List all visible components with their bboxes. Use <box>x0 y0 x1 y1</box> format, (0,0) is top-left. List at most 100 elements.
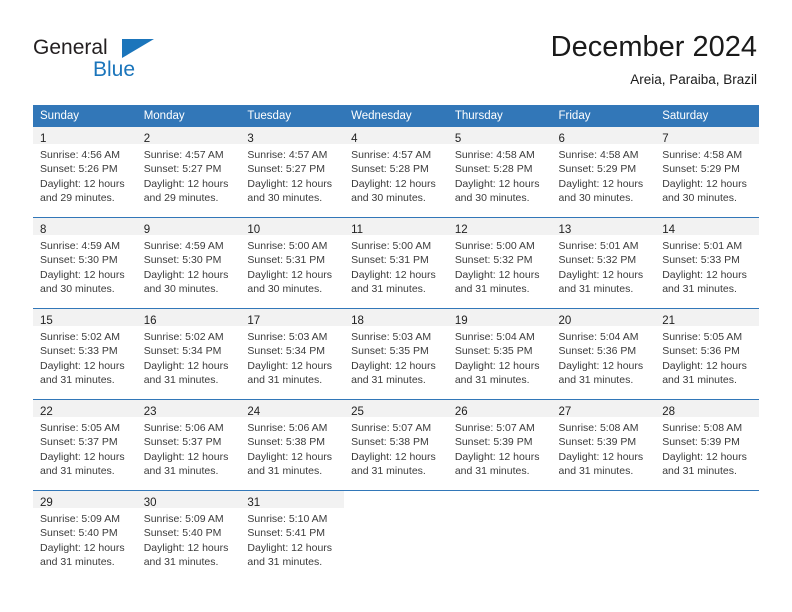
sunrise-text: Sunrise: 5:02 AM <box>40 331 120 343</box>
daylight-text-line2: and 30 minutes. <box>40 283 115 296</box>
day-cell[interactable]: 21 Sunrise: 5:05 AM Sunset: 5:36 PM Dayl… <box>655 308 759 400</box>
daylight-text-line2: and 31 minutes. <box>247 556 323 569</box>
daylight-text-line1: Daylight: 12 hours <box>662 177 747 190</box>
sunrise-text: Sunrise: 5:08 AM <box>558 422 639 434</box>
daylight-text-line1: Daylight: 12 hours <box>454 450 540 463</box>
daylight-text-line1: Daylight: 12 hours <box>247 268 333 281</box>
sunrise-text: Sunrise: 5:01 AM <box>558 240 639 252</box>
sunrise-text: Sunrise: 5:10 AM <box>247 513 328 525</box>
sunset-text: Sunset: 5:41 PM <box>247 527 326 540</box>
day-number: 21 <box>662 315 676 327</box>
day-number: 6 <box>558 133 565 145</box>
daylight-text-line1: Daylight: 12 hours <box>247 359 333 372</box>
daylight-text-line2: and 31 minutes. <box>351 283 426 296</box>
sunrise-text: Sunrise: 5:00 AM <box>351 240 432 252</box>
daylight-text-line2: and 31 minutes. <box>454 283 530 296</box>
day-cell[interactable]: 16 Sunrise: 5:02 AM Sunset: 5:34 PM Dayl… <box>136 308 241 400</box>
day-number: 9 <box>143 224 151 236</box>
daylight-text-line1: Daylight: 12 hours <box>662 359 747 372</box>
daylight-text-line2: and 30 minutes. <box>558 192 634 205</box>
daylight-text-line2: and 30 minutes. <box>247 192 323 205</box>
sunrise-text: Sunrise: 4:58 AM <box>662 149 743 161</box>
day-cell[interactable]: 3 Sunrise: 4:57 AM Sunset: 5:27 PM Dayli… <box>240 127 345 218</box>
daylight-text-line1: Daylight: 12 hours <box>558 359 644 372</box>
daylight-text-line1: Daylight: 12 hours <box>351 359 436 372</box>
day-cell[interactable]: 18 Sunrise: 5:03 AM Sunset: 5:35 PM Dayl… <box>344 308 448 400</box>
day-cell[interactable]: 25 Sunrise: 5:07 AM Sunset: 5:38 PM Dayl… <box>344 399 448 491</box>
day-cell-empty <box>344 490 448 581</box>
weekday-header-wednesday: Wednesday <box>344 105 448 127</box>
day-cell[interactable]: 1 Sunrise: 4:56 AM Sunset: 5:26 PM Dayli… <box>33 127 137 218</box>
day-cell[interactable]: 17 Sunrise: 5:03 AM Sunset: 5:34 PM Dayl… <box>240 308 345 400</box>
daylight-text-line2: and 30 minutes. <box>662 192 737 205</box>
day-cell[interactable]: 7 Sunrise: 4:58 AM Sunset: 5:29 PM Dayli… <box>655 127 759 218</box>
day-cell[interactable]: 14 Sunrise: 5:01 AM Sunset: 5:33 PM Dayl… <box>655 217 759 309</box>
weekday-header-thursday: Thursday <box>447 105 552 127</box>
sunset-text: Sunset: 5:40 PM <box>40 527 118 540</box>
daylight-text-line2: and 31 minutes. <box>40 465 115 478</box>
daylight-text-line1: Daylight: 12 hours <box>247 541 333 554</box>
week-row: 8 Sunrise: 4:59 AM Sunset: 5:30 PM Dayli… <box>33 217 759 309</box>
day-cell[interactable]: 19 Sunrise: 5:04 AM Sunset: 5:35 PM Dayl… <box>447 308 552 400</box>
daylight-text-line1: Daylight: 12 hours <box>40 450 125 463</box>
general-blue-logo[interactable]: General Blue <box>33 36 293 88</box>
day-cell[interactable]: 30 Sunrise: 5:09 AM Sunset: 5:40 PM Dayl… <box>136 490 241 581</box>
day-cell[interactable]: 28 Sunrise: 5:08 AM Sunset: 5:39 PM Dayl… <box>655 399 759 491</box>
day-number: 26 <box>454 406 468 418</box>
day-number: 18 <box>351 315 364 327</box>
day-cell[interactable]: 27 Sunrise: 5:08 AM Sunset: 5:39 PM Dayl… <box>551 399 656 491</box>
day-cell[interactable]: 8 Sunrise: 4:59 AM Sunset: 5:30 PM Dayli… <box>33 217 137 309</box>
day-cell[interactable]: 22 Sunrise: 5:05 AM Sunset: 5:37 PM Dayl… <box>33 399 137 491</box>
sunset-text: Sunset: 5:40 PM <box>143 527 222 540</box>
day-cell-empty <box>655 490 759 581</box>
day-cell[interactable]: 11 Sunrise: 5:00 AM Sunset: 5:31 PM Dayl… <box>344 217 448 309</box>
day-cell[interactable]: 12 Sunrise: 5:00 AM Sunset: 5:32 PM Dayl… <box>447 217 552 309</box>
day-cell[interactable]: 31 Sunrise: 5:10 AM Sunset: 5:41 PM Dayl… <box>240 490 345 581</box>
daylight-text-line1: Daylight: 12 hours <box>454 177 540 190</box>
daylight-text-line1: Daylight: 12 hours <box>662 450 747 463</box>
daylight-text-line1: Daylight: 12 hours <box>143 359 229 372</box>
sunset-text: Sunset: 5:38 PM <box>247 436 326 449</box>
sunset-text: Sunset: 5:35 PM <box>454 345 533 358</box>
day-number: 10 <box>247 224 261 236</box>
sunset-text: Sunset: 5:33 PM <box>662 254 740 267</box>
day-number: 17 <box>247 315 261 327</box>
day-number: 24 <box>247 406 261 418</box>
sunrise-text: Sunrise: 4:57 AM <box>351 149 432 161</box>
daylight-text-line2: and 29 minutes. <box>143 192 219 205</box>
sunset-text: Sunset: 5:32 PM <box>454 254 533 267</box>
day-number: 4 <box>351 133 358 145</box>
day-cell[interactable]: 15 Sunrise: 5:02 AM Sunset: 5:33 PM Dayl… <box>33 308 137 400</box>
sunset-text: Sunset: 5:38 PM <box>351 436 429 449</box>
blue-triangle-icon <box>122 39 154 58</box>
day-cell[interactable]: 26 Sunrise: 5:07 AM Sunset: 5:39 PM Dayl… <box>447 399 552 491</box>
daylight-text-line2: and 30 minutes. <box>247 283 323 296</box>
sunrise-text: Sunrise: 5:07 AM <box>351 422 432 434</box>
day-cell[interactable]: 23 Sunrise: 5:06 AM Sunset: 5:37 PM Dayl… <box>136 399 241 491</box>
day-cell[interactable]: 5 Sunrise: 4:58 AM Sunset: 5:28 PM Dayli… <box>447 127 552 218</box>
day-number: 22 <box>40 406 53 418</box>
day-cell[interactable]: 6 Sunrise: 4:58 AM Sunset: 5:29 PM Dayli… <box>551 127 656 218</box>
sunset-text: Sunset: 5:30 PM <box>40 254 118 267</box>
day-cell[interactable]: 4 Sunrise: 4:57 AM Sunset: 5:28 PM Dayli… <box>344 127 448 218</box>
week-row: 29 Sunrise: 5:09 AM Sunset: 5:40 PM Dayl… <box>33 490 759 581</box>
day-number: 8 <box>40 224 47 236</box>
sunset-text: Sunset: 5:29 PM <box>662 163 740 176</box>
day-cell[interactable]: 20 Sunrise: 5:04 AM Sunset: 5:36 PM Dayl… <box>551 308 656 400</box>
day-cell[interactable]: 13 Sunrise: 5:01 AM Sunset: 5:32 PM Dayl… <box>551 217 656 309</box>
sunrise-text: Sunrise: 4:56 AM <box>40 149 120 161</box>
day-cell[interactable]: 9 Sunrise: 4:59 AM Sunset: 5:30 PM Dayli… <box>136 217 241 309</box>
sunset-text: Sunset: 5:28 PM <box>454 163 533 176</box>
weekday-header-friday: Friday <box>551 105 656 127</box>
daylight-text-line2: and 31 minutes. <box>558 465 634 478</box>
sunset-text: Sunset: 5:39 PM <box>558 436 637 449</box>
day-cell[interactable]: 10 Sunrise: 5:00 AM Sunset: 5:31 PM Dayl… <box>240 217 345 309</box>
week-row: 15 Sunrise: 5:02 AM Sunset: 5:33 PM Dayl… <box>33 308 759 400</box>
sunset-text: Sunset: 5:34 PM <box>247 345 326 358</box>
day-cell[interactable]: 24 Sunrise: 5:06 AM Sunset: 5:38 PM Dayl… <box>240 399 345 491</box>
daylight-text-line2: and 31 minutes. <box>662 283 737 296</box>
day-cell[interactable]: 2 Sunrise: 4:57 AM Sunset: 5:27 PM Dayli… <box>136 127 241 218</box>
day-cell[interactable]: 29 Sunrise: 5:09 AM Sunset: 5:40 PM Dayl… <box>33 490 137 581</box>
daylight-text-line2: and 31 minutes. <box>454 465 530 478</box>
sunrise-text: Sunrise: 4:58 AM <box>558 149 639 161</box>
